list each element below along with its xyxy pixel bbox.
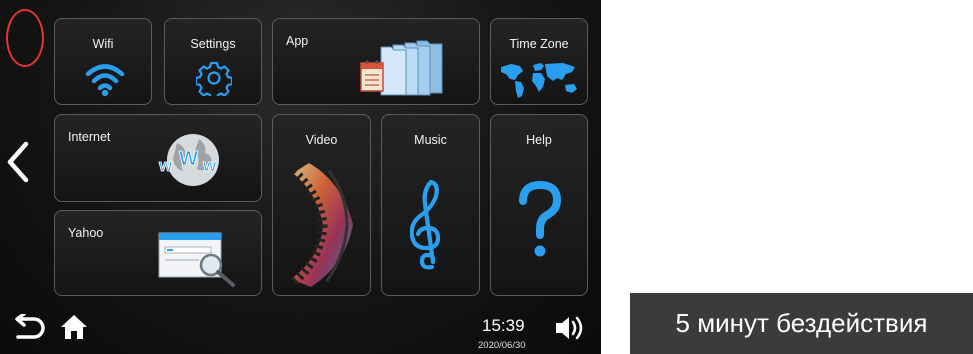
wifi-icon <box>85 64 125 97</box>
tile-time-zone-label: Time Zone <box>509 37 569 51</box>
tile-yahoo[interactable]: Yahoo <box>54 210 262 296</box>
tile-music-label: Music <box>414 133 447 147</box>
question-mark-icon <box>519 181 562 257</box>
browser-search-icon <box>158 232 235 287</box>
clock-time: 15:39 <box>482 316 525 335</box>
svg-text:W: W <box>179 148 198 170</box>
tile-help-label: Help <box>526 133 552 147</box>
idle-caption: 5 минут бездействия <box>630 293 973 354</box>
tile-help[interactable]: Help <box>490 114 588 296</box>
home-icon[interactable] <box>60 314 88 340</box>
folders-icon <box>360 40 443 96</box>
tile-video[interactable]: Video <box>272 114 371 296</box>
tile-app-label: App <box>286 34 309 48</box>
chevron-left-icon[interactable] <box>4 140 32 184</box>
tile-video-label: Video <box>305 133 338 147</box>
tile-wifi[interactable]: Wifi <box>54 18 152 105</box>
tile-time-zone[interactable]: Time Zone <box>490 18 588 105</box>
gear-icon <box>196 61 232 96</box>
svg-text:w: w <box>202 156 217 175</box>
clock-date: 2020/06/30 <box>478 340 526 351</box>
world-map-icon <box>501 63 577 98</box>
svg-text:w: w <box>158 156 173 175</box>
globe-www-icon: w W w <box>158 134 219 186</box>
annotation-circle <box>6 9 44 67</box>
film-reel-icon <box>289 163 353 287</box>
tile-wifi-label: Wifi <box>92 37 114 51</box>
tile-internet[interactable]: Internet w W w <box>54 114 262 202</box>
tile-settings[interactable]: Settings <box>164 18 262 105</box>
tile-music[interactable]: Music <box>381 114 480 296</box>
tile-app[interactable]: App <box>272 18 480 105</box>
tile-yahoo-label: Yahoo <box>68 226 104 240</box>
tile-internet-label: Internet <box>68 130 111 144</box>
treble-clef-icon <box>410 179 441 270</box>
device-screen: Wifi Settings App Time Zone Internet w W… <box>0 0 601 354</box>
return-arrow-icon[interactable] <box>12 314 46 342</box>
speaker-icon[interactable] <box>554 314 586 342</box>
tile-settings-label: Settings <box>190 37 236 51</box>
